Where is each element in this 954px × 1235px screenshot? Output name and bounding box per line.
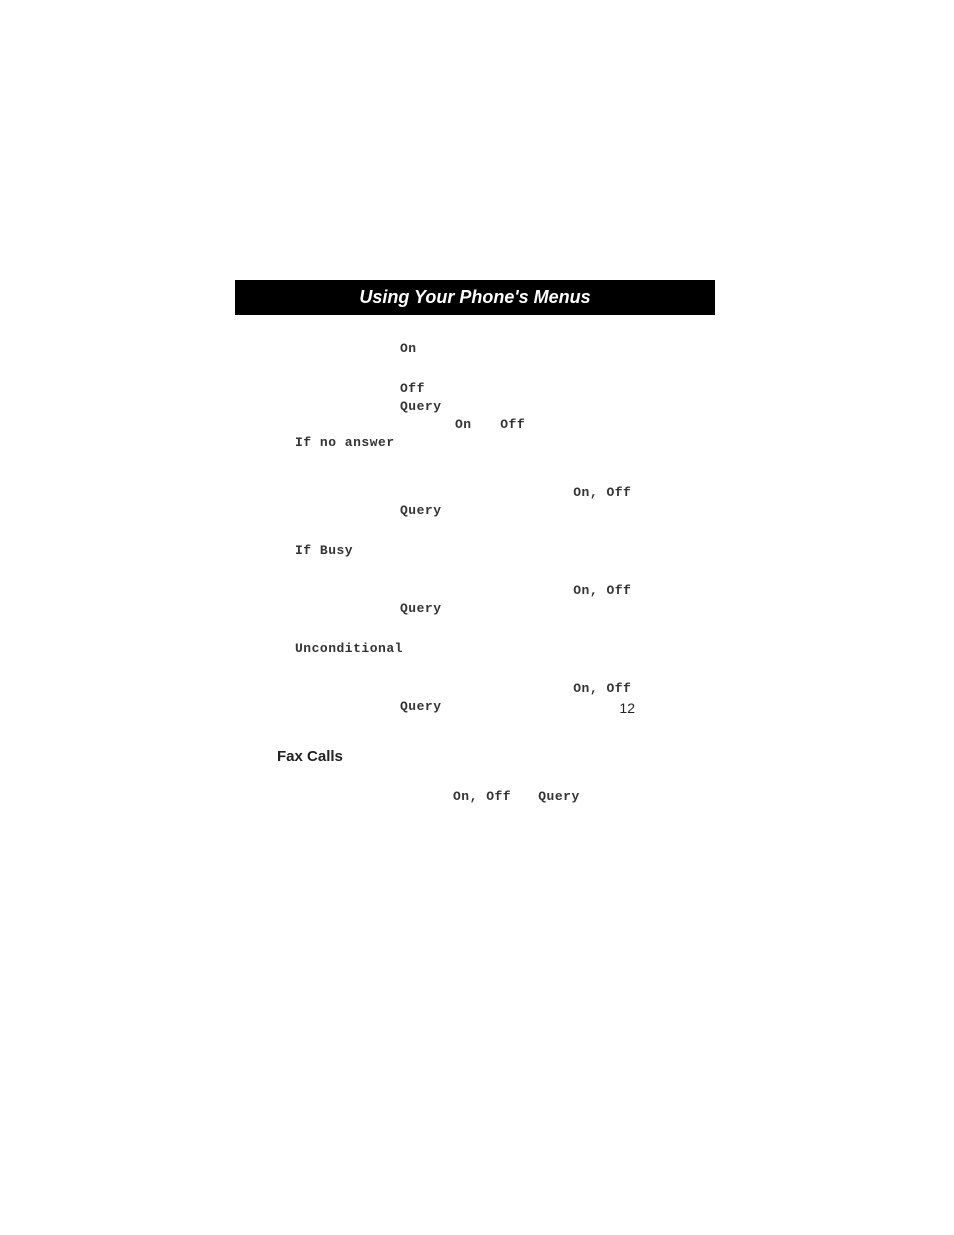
off-label: Off <box>400 381 425 396</box>
page-content: Using Your Phone's Menus On Off Query On… <box>235 280 715 806</box>
unconditional-label: Unconditional <box>295 641 403 656</box>
section-header: Using Your Phone's Menus <box>235 280 715 315</box>
on-off-label: On, Off <box>573 583 631 598</box>
text-line: Query <box>235 698 715 716</box>
if-no-answer-label: If no answer <box>295 435 395 450</box>
on-off-label: On, Off <box>573 485 631 500</box>
text-line: If no answer <box>235 434 715 452</box>
query-label: Query <box>400 399 442 414</box>
on-off-label: On, Off <box>573 681 631 696</box>
fax-calls-heading: Fax Calls <box>277 748 343 765</box>
text-line: On, Off Query <box>235 788 715 806</box>
text-line: Query <box>235 398 715 416</box>
on-label: On <box>400 341 417 356</box>
text-line: On, Off <box>235 582 715 600</box>
query-label: Query <box>400 601 442 616</box>
text-line: On, Off <box>235 484 715 502</box>
text-line: Query <box>235 600 715 618</box>
off-label: Off <box>500 417 525 432</box>
on-label: On <box>455 417 497 432</box>
page-number: 12 <box>619 700 635 716</box>
if-busy-label: If Busy <box>295 543 353 558</box>
body-content: On Off Query On Off If no answer On, Off… <box>235 340 715 806</box>
text-line: On <box>235 340 715 358</box>
on-off-label: On, Off <box>453 789 535 804</box>
text-line: On Off <box>235 416 715 434</box>
text-line: Off <box>235 380 715 398</box>
query-label: Query <box>400 699 442 714</box>
text-line: If Busy <box>235 542 715 560</box>
text-line: Unconditional <box>235 640 715 658</box>
text-line: Query <box>235 502 715 520</box>
query-label: Query <box>400 503 442 518</box>
text-line: Fax Calls <box>235 748 715 766</box>
query-label: Query <box>538 789 580 804</box>
header-title-text: Using Your Phone's Menus <box>359 287 590 307</box>
text-line: On, Off <box>235 680 715 698</box>
